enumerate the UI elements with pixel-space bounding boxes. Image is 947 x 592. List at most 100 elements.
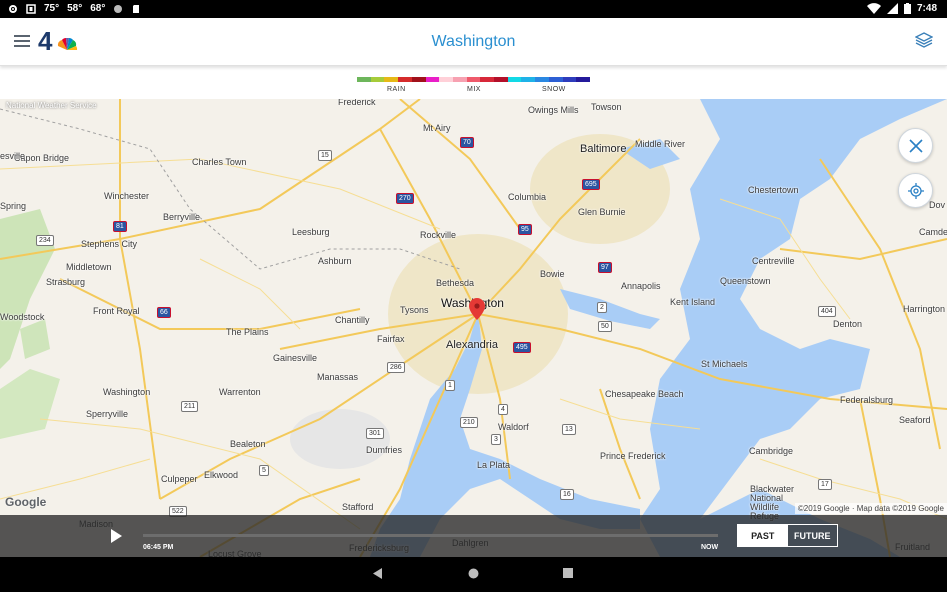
recents-icon[interactable] [563, 568, 573, 578]
precipitation-legend: RAIN MIX SNOW [0, 66, 947, 99]
route-shield: 70 [460, 137, 474, 148]
legend-swatch [535, 77, 549, 82]
place-label: Washington [103, 387, 151, 397]
route-shield: 3 [491, 434, 501, 445]
place-label: Woodstock [0, 312, 45, 322]
status-bar: 75° 58° 68° 7:48 [0, 0, 947, 18]
place-label: Chantilly [335, 315, 370, 325]
place-label: Columbia [508, 192, 547, 202]
legend-swatch [480, 77, 495, 82]
radar-map[interactable]: National Weather Service Frederick Towson… [0, 99, 947, 557]
place-label: Elkwood [204, 470, 239, 480]
route-shield: 211 [181, 401, 199, 412]
place-label: Baltimore [580, 143, 627, 155]
end-time: NOW [701, 544, 719, 551]
legend-swatch [521, 77, 536, 82]
close-button[interactable] [898, 128, 933, 163]
layers-icon[interactable] [915, 32, 933, 48]
legend-swatch [411, 77, 426, 82]
place-label: Frederick [338, 99, 376, 107]
place-label: Towson [591, 102, 622, 112]
place-label: Gainesville [273, 353, 318, 363]
signal-icon [886, 3, 898, 14]
place-label: Stafford [342, 502, 374, 512]
place-label: Harrington [903, 304, 946, 314]
place-label: Manassas [317, 372, 359, 382]
route-shield: 13 [562, 424, 576, 435]
timeline-slider[interactable] [143, 534, 718, 537]
temp-2: 58° [67, 3, 83, 14]
legend-swatch [384, 77, 399, 82]
place-label: Ashburn [318, 256, 352, 266]
route-shield: 15 [318, 150, 332, 161]
page-title: Washington [431, 33, 516, 50]
place-label: Tysons [400, 305, 429, 315]
legend-swatch [466, 77, 481, 82]
place-label: Strasburg [46, 277, 86, 287]
place-label: Warrenton [219, 387, 261, 397]
route-shield: 270 [396, 193, 414, 204]
place-label: Leesburg [292, 227, 330, 237]
system-nav-bar [0, 557, 947, 592]
clock: 7:48 [916, 3, 937, 14]
legend-swatch [425, 77, 440, 82]
place-label: Centreville [752, 256, 795, 266]
route-shield: 66 [157, 307, 171, 318]
legend-label-snow: SNOW [542, 86, 566, 93]
place-label: Seaford [899, 415, 931, 425]
wifi-icon [866, 3, 881, 14]
play-button[interactable] [110, 529, 122, 543]
place-label: Camde [919, 227, 947, 237]
weather-icon [114, 4, 123, 13]
temp-1: 75° [44, 3, 60, 14]
time-mode-toggle: PAST FUTURE [737, 524, 838, 547]
legend-swatch [576, 77, 590, 82]
route-shield: 695 [582, 179, 600, 190]
place-label: Alexandria [446, 339, 498, 351]
back-icon[interactable] [373, 568, 383, 579]
temp-3: 68° [90, 3, 106, 14]
place-label: Rockville [420, 230, 457, 240]
future-button[interactable]: FUTURE [788, 525, 838, 546]
notification-icon [26, 3, 36, 14]
route-shield: 81 [113, 221, 127, 232]
legend-swatch [357, 77, 371, 82]
location-pin-icon[interactable] [469, 298, 485, 320]
home-icon[interactable] [468, 568, 479, 579]
place-label: Berryville [163, 212, 201, 222]
route-shield: 1 [445, 380, 455, 391]
place-label: Bowie [540, 269, 565, 279]
start-time: 06:45 PM [143, 544, 174, 551]
place-label: Middletown [66, 262, 112, 272]
radar-timeline-player: 06:45 PM NOW PAST FUTURE [0, 515, 947, 557]
place-label: esville [0, 151, 26, 161]
place-label: Middle River [635, 139, 686, 149]
place-label: St Michaels [701, 359, 748, 369]
place-label: Dov [929, 200, 946, 210]
place-label: Bealeton [230, 439, 266, 449]
map-attribution: ©2019 Google · Map data ©2019 Google [794, 503, 947, 514]
place-label: La Plata [477, 460, 511, 470]
route-shield: 210 [460, 417, 478, 428]
route-shield: 17 [818, 479, 832, 490]
place-label: Mt Airy [423, 123, 451, 133]
app-bar: 4 Washington [0, 18, 947, 66]
my-location-button[interactable] [898, 173, 933, 208]
route-shield: 97 [598, 262, 612, 273]
route-shield: 16 [560, 489, 574, 500]
route-shield: 234 [36, 235, 54, 246]
past-button[interactable]: PAST [738, 525, 788, 546]
place-label: Queenstown [720, 276, 771, 286]
close-icon [908, 138, 923, 153]
place-label: Bethesda [436, 278, 475, 288]
route-shield: 404 [818, 306, 836, 317]
place-label: Front Royal [93, 306, 140, 316]
legend-label-rain: RAIN [387, 86, 406, 93]
place-label: Charles Town [192, 157, 247, 167]
legend-swatch [562, 77, 577, 82]
legend-swatch [398, 77, 412, 82]
route-shield: 5 [259, 465, 269, 476]
place-label: Owings Mills [528, 105, 579, 115]
place-label: Denton [833, 319, 863, 329]
crosshair-icon [907, 182, 924, 199]
